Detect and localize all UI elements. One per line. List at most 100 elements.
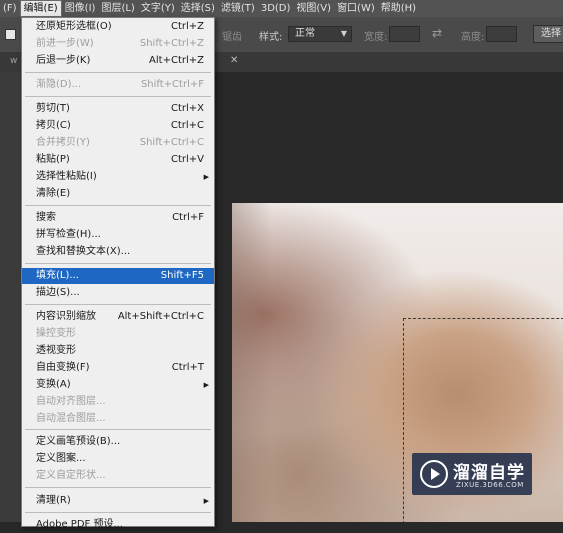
menu-item-label: 渐隐(D)... xyxy=(36,79,82,90)
menu-item-label: 拼写检查(H)... xyxy=(36,229,101,240)
menu-item-shortcut: Shift+F5 xyxy=(160,270,204,281)
menu-edit[interactable]: 编辑(E) xyxy=(19,0,62,17)
menu-item-spell-check[interactable]: 拼写检查(H)... xyxy=(22,227,214,243)
menu-3d[interactable]: 3D(D) xyxy=(258,0,294,17)
menu-item-paste[interactable]: 粘贴(P) Ctrl+V xyxy=(22,152,214,168)
height-input[interactable] xyxy=(486,26,517,42)
menu-item-shortcut: Ctrl+T xyxy=(171,362,204,373)
menu-item-step-backward[interactable]: 后退一步(K) Alt+Ctrl+Z xyxy=(22,53,214,69)
watermark-subtitle: ZIXUE.3D66.COM xyxy=(456,481,524,489)
menu-item-perspective-warp[interactable]: 透视变形 xyxy=(22,343,214,359)
menu-item-define-brush[interactable]: 定义画笔预设(B)... xyxy=(22,434,214,450)
menu-item-clear[interactable]: 清除(E) xyxy=(22,186,214,202)
menu-item-shortcut: Ctrl+F xyxy=(172,212,204,223)
menu-separator xyxy=(25,263,211,264)
chevron-down-icon: ▼ xyxy=(340,29,347,38)
menu-item-label: 选择性粘贴(I) xyxy=(36,171,97,182)
menu-item-define-pattern[interactable]: 定义图案... xyxy=(22,451,214,467)
menu-item-shortcut: Ctrl+Z xyxy=(170,21,204,32)
menu-separator xyxy=(25,429,211,430)
menu-window[interactable]: 窗口(W) xyxy=(334,0,378,17)
toolbar-panel xyxy=(0,72,22,522)
antialias-label: 锯齿 xyxy=(222,32,242,43)
menu-item-label: 粘贴(P) xyxy=(36,154,70,165)
menu-item-label: 变换(A) xyxy=(36,379,71,390)
menu-item-shortcut: Ctrl+V xyxy=(170,154,204,165)
document-tab-label[interactable]: w xyxy=(10,56,17,66)
width-label: 宽度: xyxy=(364,32,388,43)
menu-filter[interactable]: 滤镜(T) xyxy=(218,0,258,17)
style-label: 样式: xyxy=(259,32,283,43)
close-icon[interactable]: ✕ xyxy=(230,55,238,66)
menu-separator xyxy=(25,304,211,305)
submenu-arrow-icon: ▶ xyxy=(203,381,209,389)
menu-item-label: 清除(E) xyxy=(36,188,71,199)
menu-item-label: 自动混合图层... xyxy=(36,413,106,424)
menu-item-label: 定义图案... xyxy=(36,453,86,464)
menu-item-label: 前进一步(W) xyxy=(36,38,94,49)
menu-item-label: 拷贝(C) xyxy=(36,120,71,131)
menu-item-shortcut: Alt+Shift+Ctrl+C xyxy=(117,311,204,322)
edit-menu-dropdown: 还原矩形选框(O) Ctrl+Z 前进一步(W) Shift+Ctrl+Z 后退… xyxy=(21,17,215,530)
watermark-title: 溜溜自学 xyxy=(453,463,525,483)
menu-item-search[interactable]: 搜索 Ctrl+F xyxy=(22,210,214,226)
menu-item-auto-blend-layers[interactable]: 自动混合图层... xyxy=(22,411,214,427)
select-and-mask-button[interactable]: 选择 xyxy=(533,25,563,43)
menu-item-undo[interactable]: 还原矩形选框(O) Ctrl+Z xyxy=(22,19,214,35)
menu-item-label: 自由变换(F) xyxy=(36,362,90,373)
menu-item-step-forward[interactable]: 前进一步(W) Shift+Ctrl+Z xyxy=(22,36,214,52)
menu-item-shortcut: Ctrl+X xyxy=(170,103,204,114)
menu-type[interactable]: 文字(Y) xyxy=(138,0,178,17)
menu-item-label: 描边(S)... xyxy=(36,287,80,298)
style-value: 正常 xyxy=(295,28,315,39)
menu-item-label: 透视变形 xyxy=(36,345,76,356)
menu-item-fade[interactable]: 渐隐(D)... Shift+Ctrl+F xyxy=(22,77,214,93)
menu-item-label: 定义画笔预设(B)... xyxy=(36,436,121,447)
menu-item-copy[interactable]: 拷贝(C) Ctrl+C xyxy=(22,118,214,134)
menu-item-label: 合并拷贝(Y) xyxy=(36,137,90,148)
menu-item-label: 定义自定形状... xyxy=(36,470,106,481)
menu-item-copy-merged[interactable]: 合并拷贝(Y) Shift+Ctrl+C xyxy=(22,135,214,151)
menu-item-fill[interactable]: 填充(L)... Shift+F5 xyxy=(22,268,214,284)
menu-item-define-custom-shape[interactable]: 定义自定形状... xyxy=(22,468,214,484)
menu-item-paste-special[interactable]: 选择性粘贴(I) ▶ xyxy=(22,169,214,185)
menu-item-shortcut: Shift+Ctrl+Z xyxy=(139,38,204,49)
menu-separator xyxy=(25,487,211,488)
menu-item-puppet-warp[interactable]: 操控变形 xyxy=(22,326,214,342)
menu-item-transform[interactable]: 变换(A) ▶ xyxy=(22,377,214,393)
menu-item-pdf-presets[interactable]: Adobe PDF 预设... xyxy=(22,517,214,533)
menu-item-purge[interactable]: 清理(R) ▶ xyxy=(22,493,214,509)
menu-item-free-transform[interactable]: 自由变换(F) Ctrl+T xyxy=(22,360,214,376)
menu-item-label: 清理(R) xyxy=(36,495,71,506)
menu-view[interactable]: 视图(V) xyxy=(293,0,334,17)
menu-select[interactable]: 选择(S) xyxy=(178,0,218,17)
menu-item-stroke[interactable]: 描边(S)... xyxy=(22,285,214,301)
swap-arrows-icon[interactable]: ⇄ xyxy=(432,26,442,40)
menu-layer[interactable]: 图层(L) xyxy=(98,0,137,17)
menu-item-label: 内容识别缩放 xyxy=(36,311,96,322)
menu-separator xyxy=(25,205,211,206)
menu-item-content-aware-scale[interactable]: 内容识别缩放 Alt+Shift+Ctrl+C xyxy=(22,309,214,325)
menu-item-cut[interactable]: 剪切(T) Ctrl+X xyxy=(22,101,214,117)
menu-help[interactable]: 帮助(H) xyxy=(378,0,419,17)
menu-item-label: 查找和替换文本(X)... xyxy=(36,246,131,257)
menu-item-label: 剪切(T) xyxy=(36,103,70,114)
document-canvas[interactable]: 溜溜自学 ZIXUE.3D66.COM xyxy=(232,203,563,522)
tool-preset-checkbox[interactable] xyxy=(5,29,16,40)
menu-item-label: 还原矩形选框(O) xyxy=(36,21,112,32)
menu-separator xyxy=(25,72,211,73)
menu-item-label: 搜索 xyxy=(36,212,56,223)
width-input[interactable] xyxy=(389,26,420,42)
submenu-arrow-icon: ▶ xyxy=(203,497,209,505)
style-select[interactable]: 正常 ▼ xyxy=(288,26,352,42)
menu-separator xyxy=(25,96,211,97)
menu-item-shortcut: Ctrl+C xyxy=(170,120,204,131)
menu-item-auto-align-layers[interactable]: 自动对齐图层... xyxy=(22,394,214,410)
submenu-arrow-icon: ▶ xyxy=(203,173,209,181)
menu-item-find-replace[interactable]: 查找和替换文本(X)... xyxy=(22,244,214,260)
height-label: 高度: xyxy=(461,32,485,43)
menu-file[interactable]: (F) xyxy=(0,0,20,17)
menu-item-label: 操控变形 xyxy=(36,328,76,339)
menu-image[interactable]: 图像(I) xyxy=(62,0,99,17)
menu-separator xyxy=(25,512,211,513)
